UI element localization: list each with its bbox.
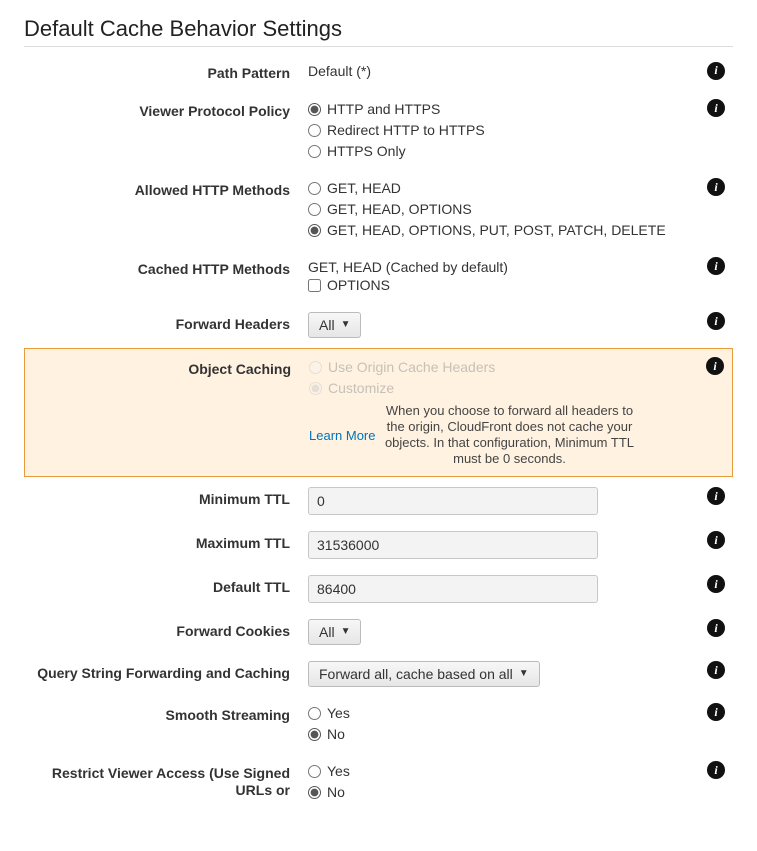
dropdown-value: Forward all, cache based on all — [319, 666, 513, 682]
radio-customize — [309, 382, 322, 395]
info-icon[interactable]: i — [707, 62, 725, 80]
section-title: Default Cache Behavior Settings — [24, 16, 733, 47]
label-maximum-ttl: Maximum TTL — [28, 531, 308, 553]
radio-label: Use Origin Cache Headers — [328, 357, 495, 378]
row-default-ttl: Default TTL i — [24, 567, 733, 611]
radio-smooth-no[interactable] — [308, 728, 321, 741]
info-icon[interactable]: i — [707, 257, 725, 275]
label-restrict-viewer: Restrict Viewer Access (Use Signed URLs … — [28, 761, 308, 800]
label-forward-cookies: Forward Cookies — [28, 619, 308, 641]
radio-use-origin-headers — [309, 361, 322, 374]
radio-label: Redirect HTTP to HTTPS — [327, 120, 485, 141]
radio-label: Yes — [327, 703, 350, 724]
row-maximum-ttl: Maximum TTL i — [24, 523, 733, 567]
row-forward-headers: Forward Headers All ▼ i — [24, 304, 733, 346]
dropdown-forward-cookies[interactable]: All ▼ — [308, 619, 361, 645]
checkbox-options[interactable] — [308, 279, 321, 292]
radio-restrict-no[interactable] — [308, 786, 321, 799]
chevron-down-icon: ▼ — [341, 626, 351, 637]
info-icon[interactable]: i — [706, 357, 724, 375]
dropdown-value: All — [319, 624, 335, 640]
radio-https-only[interactable] — [308, 145, 321, 158]
dropdown-forward-headers[interactable]: All ▼ — [308, 312, 361, 338]
checkbox-label: OPTIONS — [327, 275, 390, 296]
row-forward-cookies: Forward Cookies All ▼ i — [24, 611, 733, 653]
label-smooth-streaming: Smooth Streaming — [28, 703, 308, 725]
row-restrict-viewer: Restrict Viewer Access (Use Signed URLs … — [24, 753, 733, 811]
chevron-down-icon: ▼ — [341, 319, 351, 330]
info-icon[interactable]: i — [707, 487, 725, 505]
info-icon[interactable]: i — [707, 312, 725, 330]
label-query-string: Query String Forwarding and Caching — [28, 661, 308, 683]
label-forward-headers: Forward Headers — [28, 312, 308, 334]
radio-label: HTTP and HTTPS — [327, 99, 440, 120]
radio-label: GET, HEAD, OPTIONS, PUT, POST, PATCH, DE… — [327, 220, 666, 241]
row-viewer-protocol: Viewer Protocol Policy HTTP and HTTPS Re… — [24, 91, 733, 170]
chevron-down-icon: ▼ — [519, 668, 529, 679]
learn-more-link[interactable]: Learn More — [309, 428, 375, 443]
info-icon[interactable]: i — [707, 178, 725, 196]
object-caching-note: When you choose to forward all headers t… — [379, 403, 639, 468]
row-smooth-streaming: Smooth Streaming Yes No i — [24, 695, 733, 753]
radio-label: GET, HEAD — [327, 178, 401, 199]
label-minimum-ttl: Minimum TTL — [28, 487, 308, 509]
info-icon[interactable]: i — [707, 531, 725, 549]
input-minimum-ttl[interactable] — [308, 487, 598, 515]
label-cached-methods: Cached HTTP Methods — [28, 257, 308, 279]
row-cached-methods: Cached HTTP Methods GET, HEAD (Cached by… — [24, 249, 733, 304]
row-query-string: Query String Forwarding and Caching Forw… — [24, 653, 733, 695]
radio-all-methods[interactable] — [308, 224, 321, 237]
row-allowed-methods: Allowed HTTP Methods GET, HEAD GET, HEAD… — [24, 170, 733, 249]
cached-default-text: GET, HEAD (Cached by default) — [308, 257, 689, 275]
radio-get-head-options[interactable] — [308, 203, 321, 216]
radio-label: Customize — [328, 378, 394, 399]
radio-http-and-https[interactable] — [308, 103, 321, 116]
info-icon[interactable]: i — [707, 99, 725, 117]
radio-restrict-yes[interactable] — [308, 765, 321, 778]
input-default-ttl[interactable] — [308, 575, 598, 603]
label-object-caching: Object Caching — [29, 357, 309, 379]
radio-label: Yes — [327, 761, 350, 782]
label-allowed-methods: Allowed HTTP Methods — [28, 178, 308, 200]
dropdown-value: All — [319, 317, 335, 333]
info-icon[interactable]: i — [707, 703, 725, 721]
row-path-pattern: Path Pattern Default (*) i — [24, 53, 733, 91]
radio-smooth-yes[interactable] — [308, 707, 321, 720]
value-path-pattern: Default (*) — [308, 61, 689, 79]
label-path-pattern: Path Pattern — [28, 61, 308, 83]
input-maximum-ttl[interactable] — [308, 531, 598, 559]
row-minimum-ttl: Minimum TTL i — [24, 479, 733, 523]
info-icon[interactable]: i — [707, 619, 725, 637]
radio-label: HTTPS Only — [327, 141, 406, 162]
label-viewer-protocol: Viewer Protocol Policy — [28, 99, 308, 121]
radio-label: GET, HEAD, OPTIONS — [327, 199, 472, 220]
radio-label: No — [327, 782, 345, 803]
radio-redirect-https[interactable] — [308, 124, 321, 137]
label-default-ttl: Default TTL — [28, 575, 308, 597]
radio-get-head[interactable] — [308, 182, 321, 195]
dropdown-query-string[interactable]: Forward all, cache based on all ▼ — [308, 661, 540, 687]
radio-label: No — [327, 724, 345, 745]
row-object-caching: Object Caching Use Origin Cache Headers … — [24, 348, 733, 477]
info-icon[interactable]: i — [707, 761, 725, 779]
info-icon[interactable]: i — [707, 575, 725, 593]
info-icon[interactable]: i — [707, 661, 725, 679]
